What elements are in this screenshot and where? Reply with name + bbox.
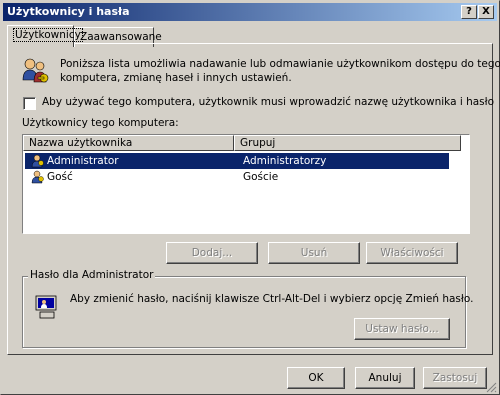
require-login-label[interactable]: Aby używać tego komputera, użytkownik mu… bbox=[42, 96, 494, 108]
require-login-checkbox[interactable] bbox=[23, 97, 36, 110]
table-row[interactable]: Gość Goście bbox=[25, 169, 449, 185]
tab-users-label: Użytkownicy bbox=[13, 28, 83, 42]
title-bar[interactable]: Użytkownicy i hasła ? X bbox=[3, 3, 497, 21]
column-header-group[interactable]: Grupuj bbox=[234, 135, 461, 151]
user-icon bbox=[31, 170, 44, 184]
cancel-button[interactable]: Anuluj bbox=[355, 367, 415, 389]
add-user-button[interactable]: Dodaj... bbox=[166, 242, 258, 264]
password-group-title: Hasło dla Administrator bbox=[28, 269, 156, 281]
user-group-cell: Goście bbox=[243, 171, 279, 183]
user-name-cell: Administrator bbox=[47, 155, 119, 167]
intro-text-line-1: Poniższa lista umożliwia nadawanie lub o… bbox=[60, 58, 500, 70]
intro-text-line-2: komputera, zmianę haseł i innych ustawie… bbox=[60, 72, 292, 84]
close-button[interactable]: X bbox=[478, 5, 494, 19]
dialog-window: Użytkownicy i hasła ? X Użytkownicy Zaaw… bbox=[0, 0, 500, 395]
help-button[interactable]: ? bbox=[461, 5, 477, 19]
tab-advanced-label: Zaawansowane bbox=[80, 31, 162, 43]
user-name-cell: Gość bbox=[47, 171, 73, 183]
tab-panel-users: Poniższa lista umożliwia nadawanie lub o… bbox=[7, 43, 500, 355]
tab-users[interactable]: Użytkownicy bbox=[7, 25, 83, 47]
remove-user-button[interactable]: Usuń bbox=[268, 242, 360, 264]
computer-icon bbox=[35, 295, 57, 319]
set-password-button[interactable]: Ustaw hasło... bbox=[354, 318, 450, 340]
ok-button[interactable]: OK bbox=[287, 367, 345, 389]
user-group-cell: Administratorzy bbox=[243, 155, 327, 167]
user-icon bbox=[31, 154, 44, 168]
apply-button[interactable]: Zastosuj bbox=[423, 367, 487, 389]
resize-grip-icon[interactable] bbox=[485, 381, 497, 393]
users-section-label: Użytkownicy tego komputera: bbox=[22, 117, 179, 129]
users-key-icon bbox=[22, 58, 49, 83]
column-header-username[interactable]: Nazwa użytkownika bbox=[23, 135, 234, 151]
password-instructions: Aby zmienić hasło, naciśnij klawisze Ctr… bbox=[70, 293, 474, 305]
users-list[interactable]: Nazwa użytkownika Grupuj Administrator A… bbox=[22, 134, 470, 234]
window-title: Użytkownicy i hasła bbox=[7, 5, 130, 18]
table-row[interactable]: Administrator Administratorzy bbox=[25, 153, 449, 169]
properties-button[interactable]: Właściwości bbox=[366, 242, 458, 264]
